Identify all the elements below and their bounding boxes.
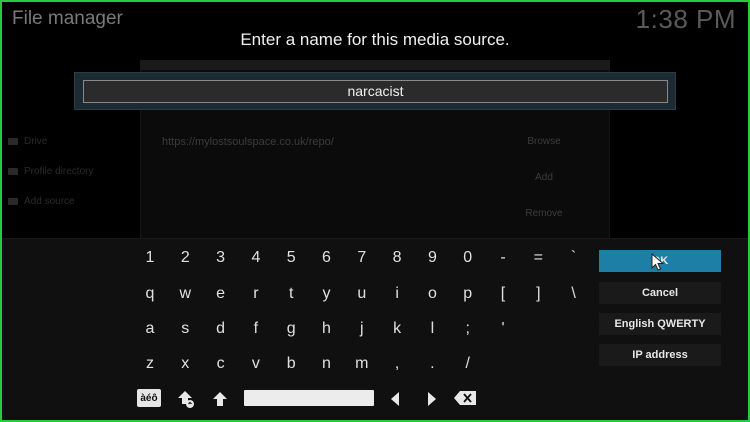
key[interactable]: r [241, 279, 271, 309]
ip-address-button[interactable]: IP address [599, 344, 721, 366]
mouse-cursor-icon [651, 252, 665, 276]
key[interactable]: / [453, 349, 483, 379]
key[interactable]: c [206, 349, 236, 379]
background-sidebar-item-add-source: Add source [8, 196, 75, 207]
key[interactable]: e [206, 279, 236, 309]
caps-lock-icon[interactable] [175, 388, 197, 410]
key[interactable]: s [170, 314, 200, 344]
key[interactable]: b [276, 349, 306, 379]
arrow-right-icon[interactable] [423, 389, 441, 409]
key[interactable]: d [206, 314, 236, 344]
keyboard-layout-button[interactable]: English QWERTY [599, 313, 721, 335]
key[interactable]: 9 [417, 243, 447, 273]
background-remove-button: Remove [525, 208, 563, 219]
key[interactable]: h [312, 314, 342, 344]
space-key[interactable] [244, 390, 374, 406]
key[interactable]: m [347, 349, 377, 379]
key[interactable]: ] [523, 279, 553, 309]
name-input-container: narcacist [74, 72, 676, 110]
key[interactable]: - [488, 243, 518, 273]
key[interactable]: = [523, 243, 553, 273]
key[interactable]: 3 [206, 243, 236, 273]
key[interactable]: ; [453, 314, 483, 344]
key[interactable]: i [382, 279, 412, 309]
key[interactable]: z [135, 349, 165, 379]
key[interactable]: t [276, 279, 306, 309]
key[interactable]: k [382, 314, 412, 344]
key[interactable]: 1 [135, 243, 165, 273]
folder-icon [8, 198, 18, 205]
key[interactable]: 0 [453, 243, 483, 273]
key[interactable]: u [347, 279, 377, 309]
key[interactable]: y [312, 279, 342, 309]
key[interactable]: f [241, 314, 271, 344]
key[interactable]: 6 [312, 243, 342, 273]
key[interactable]: 5 [276, 243, 306, 273]
background-browse-button: Browse [527, 136, 561, 147]
app-title: File manager [12, 8, 123, 29]
key[interactable]: 2 [170, 243, 200, 273]
key[interactable]: x [170, 349, 200, 379]
key[interactable]: ' [488, 314, 518, 344]
background-source-url: https://mylostsoulspace.co.uk/repo/ [162, 136, 334, 148]
key[interactable]: 7 [347, 243, 377, 273]
shift-icon[interactable] [210, 389, 230, 409]
key[interactable]: q [135, 279, 165, 309]
background-sidebar-item-profile: Profile directory [8, 166, 93, 177]
arrow-left-icon[interactable] [386, 389, 404, 409]
folder-icon [8, 138, 18, 145]
key[interactable]: l [417, 314, 447, 344]
sidebar-item-label: Add source [24, 196, 75, 207]
name-input[interactable]: narcacist [83, 80, 668, 103]
key[interactable]: 4 [241, 243, 271, 273]
key[interactable]: g [276, 314, 306, 344]
key[interactable]: j [347, 314, 377, 344]
key[interactable]: o [417, 279, 447, 309]
key[interactable]: \ [559, 279, 589, 309]
symbols-key[interactable]: àéô [137, 389, 161, 407]
symbols-key-label: àéô [140, 392, 158, 404]
key[interactable]: a [135, 314, 165, 344]
background-panel-header [140, 60, 610, 70]
key[interactable]: . [417, 349, 447, 379]
key[interactable]: w [170, 279, 200, 309]
backspace-icon[interactable] [453, 390, 477, 406]
key[interactable]: n [312, 349, 342, 379]
key[interactable]: 8 [382, 243, 412, 273]
sidebar-item-label: Drive [24, 136, 48, 147]
cancel-button[interactable]: Cancel [599, 282, 721, 304]
background-add-button: Add [535, 172, 553, 183]
sidebar-item-label: Profile directory [24, 166, 94, 177]
dialog-heading: Enter a name for this media source. [240, 30, 510, 49]
key[interactable]: [ [488, 279, 518, 309]
key[interactable]: ` [559, 243, 589, 273]
key[interactable]: v [241, 349, 271, 379]
folder-icon [8, 168, 18, 175]
key[interactable]: , [382, 349, 412, 379]
key[interactable]: p [453, 279, 483, 309]
background-sidebar-item-drive: Drive [8, 136, 47, 147]
